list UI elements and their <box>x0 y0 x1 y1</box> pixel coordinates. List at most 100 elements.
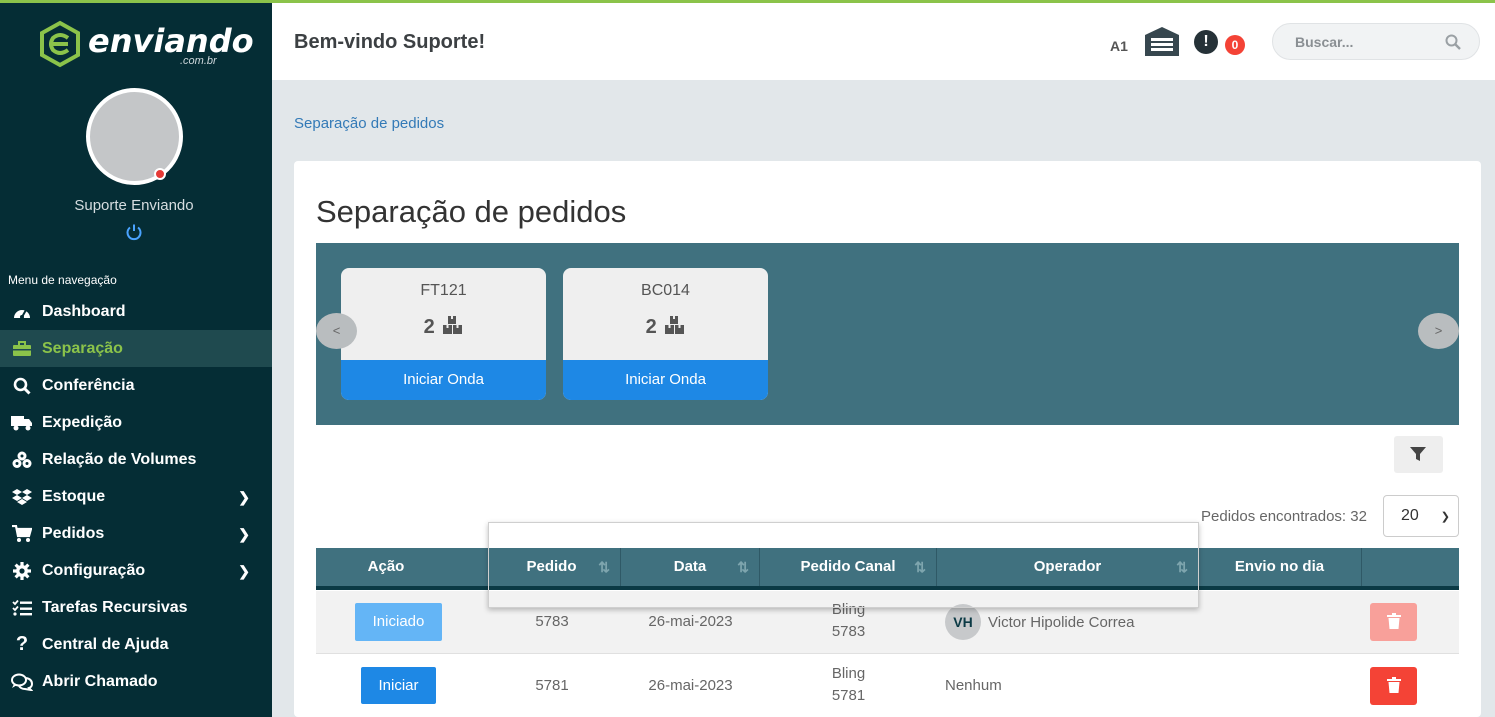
power-icon[interactable] <box>125 223 143 241</box>
logo-text: enviando <box>88 22 254 60</box>
search-icon[interactable] <box>1445 34 1461 50</box>
column-label: Data <box>673 558 707 575</box>
question-icon: ? <box>15 633 29 655</box>
waves-carousel: FT121 2 Iniciar Onda BC014 2 Iniciar Ond… <box>316 243 1459 425</box>
cell-operador: Nenhum <box>945 677 1002 694</box>
warehouse-icon[interactable] <box>1143 25 1181 57</box>
nav-label: Configuração <box>42 561 146 579</box>
wave-card: BC014 2 Iniciar Onda <box>563 268 768 400</box>
nav-item-conferencia[interactable]: Conferência <box>0 367 272 404</box>
sort-icon[interactable]: ⇅ <box>598 548 610 586</box>
column-label: Pedido Canal <box>800 558 896 575</box>
alert-icon[interactable]: ! <box>1194 30 1218 54</box>
boxes-icon <box>443 316 463 334</box>
start-button[interactable]: Iniciar <box>361 667 436 704</box>
nav-item-pedidos[interactable]: Pedidos ❯ <box>0 515 272 552</box>
nav-label: Pedidos <box>42 524 105 542</box>
table-row: Iniciar 5781 26-mai-2023 Bling 5781 Nenh… <box>316 655 1459 717</box>
column-acao[interactable]: Ação <box>316 548 456 586</box>
tasks-icon <box>11 598 33 618</box>
nav-item-relacao-volumes[interactable]: Relação de Volumes <box>0 441 272 478</box>
sidebar: enviando .com.br Suporte Enviando Menu d… <box>0 0 272 717</box>
wave-code: FT121 <box>420 282 467 299</box>
chevron-right-icon: ❯ <box>238 563 250 579</box>
cell-operador: Victor Hipolide Correa <box>988 614 1135 631</box>
cell-canal: Bling <box>831 601 866 618</box>
search-icon <box>11 376 33 396</box>
filter-button[interactable] <box>1394 436 1443 473</box>
wave-count: 2 <box>563 316 768 339</box>
start-wave-button[interactable]: Iniciar Onda <box>563 360 768 400</box>
per-page-select[interactable]: 20 ❯ <box>1383 495 1459 537</box>
carousel-next-button[interactable]: > <box>1418 313 1459 349</box>
trash-icon <box>1386 677 1401 693</box>
nav-item-dashboard[interactable]: Dashboard <box>0 293 272 330</box>
user-name: Suporte Enviando <box>74 197 194 214</box>
welcome-text: Bem-vindo Suporte! <box>294 31 486 53</box>
cell-canal-number: 5783 <box>831 623 866 640</box>
column-operador[interactable]: Operador ⇅ <box>937 548 1198 586</box>
nav-label: Conferência <box>42 376 135 394</box>
chevron-down-icon: ❯ <box>1440 511 1450 523</box>
comments-icon <box>11 672 33 692</box>
gauge-icon <box>11 302 33 322</box>
table-header: Ação Pedido ⇅ Data ⇅ Pedido Canal ⇅ Operado… <box>316 548 1459 590</box>
nav-item-central-ajuda[interactable]: ? Central de Ajuda <box>0 626 272 663</box>
column-data[interactable]: Data ⇅ <box>621 548 760 586</box>
breadcrumb[interactable]: Separação de pedidos <box>294 115 444 132</box>
logo-icon <box>40 20 80 68</box>
column-envio-no-dia[interactable]: Envio no dia <box>1198 548 1362 586</box>
column-pedido-canal[interactable]: Pedido Canal ⇅ <box>760 548 937 586</box>
nav-item-estoque[interactable]: Estoque ❯ <box>0 478 272 515</box>
orders-found-count: Pedidos encontrados: 32 <box>1201 508 1367 525</box>
dropbox-icon <box>11 487 33 507</box>
nav-item-configuracao[interactable]: Configuração ❯ <box>0 552 272 589</box>
table-row: Iniciado 5783 26-mai-2023 Bling 5783 VH … <box>316 591 1459 654</box>
logo[interactable]: enviando .com.br <box>38 20 254 70</box>
delete-button[interactable] <box>1370 667 1417 705</box>
search-input[interactable]: Buscar... <box>1272 23 1480 60</box>
start-wave-button[interactable]: Iniciar Onda <box>341 360 546 400</box>
nav-label: Expedição <box>42 413 123 431</box>
carousel-prev-button[interactable]: < <box>316 313 357 349</box>
notification-badge[interactable]: 0 <box>1225 35 1245 55</box>
wave-count-value: 2 <box>645 316 657 338</box>
sort-icon[interactable]: ⇅ <box>914 548 926 586</box>
top-accent-line <box>0 0 1495 3</box>
page-title: Separação de pedidos <box>316 194 627 229</box>
column-pedido[interactable]: Pedido ⇅ <box>483 548 621 586</box>
boxes-icon <box>11 450 33 470</box>
sort-icon[interactable]: ⇅ <box>1176 548 1188 586</box>
delete-button[interactable] <box>1370 603 1417 641</box>
nav-item-abrir-chamado[interactable]: Abrir Chamado <box>0 663 272 700</box>
filter-icon <box>1410 447 1426 461</box>
nav-item-expedicao[interactable]: Expedição <box>0 404 272 441</box>
wave-count: 2 <box>341 316 546 339</box>
nav-label: Central de Ajuda <box>42 635 169 653</box>
column-actions <box>1362 548 1459 586</box>
column-label: Operador <box>1033 558 1102 575</box>
nav-label: Abrir Chamado <box>42 672 158 690</box>
operator-avatar: VH <box>945 604 981 640</box>
chevron-right-icon: ❯ <box>238 489 250 505</box>
boxes-icon <box>665 316 685 334</box>
warehouse-code[interactable]: A1 <box>1110 38 1128 54</box>
sort-icon[interactable]: ⇅ <box>737 548 749 586</box>
top-header: Bem-vindo Suporte! A1 ! 0 Buscar... <box>272 3 1495 80</box>
wave-card: FT121 2 Iniciar Onda <box>341 268 546 400</box>
trash-icon <box>1386 613 1401 629</box>
avatar[interactable] <box>86 88 183 185</box>
wave-count-value: 2 <box>423 316 435 338</box>
cell-canal-number: 5781 <box>831 687 866 704</box>
nav-menu: Dashboard Separação Conferência Expediçã… <box>0 293 272 700</box>
nav-label: Tarefas Recursivas <box>42 598 188 616</box>
cell-pedido: 5783 <box>535 613 569 630</box>
started-button[interactable]: Iniciado <box>355 603 442 641</box>
cell-data: 26-mai-2023 <box>648 677 733 694</box>
nav-item-tarefas-recursivas[interactable]: Tarefas Recursivas <box>0 589 272 626</box>
search-placeholder: Buscar... <box>1295 34 1354 50</box>
toolbox-icon <box>11 339 33 359</box>
nav-title: Menu de navegação <box>8 273 117 287</box>
nav-item-separacao[interactable]: Separação <box>0 330 272 367</box>
nav-label: Dashboard <box>42 302 126 320</box>
